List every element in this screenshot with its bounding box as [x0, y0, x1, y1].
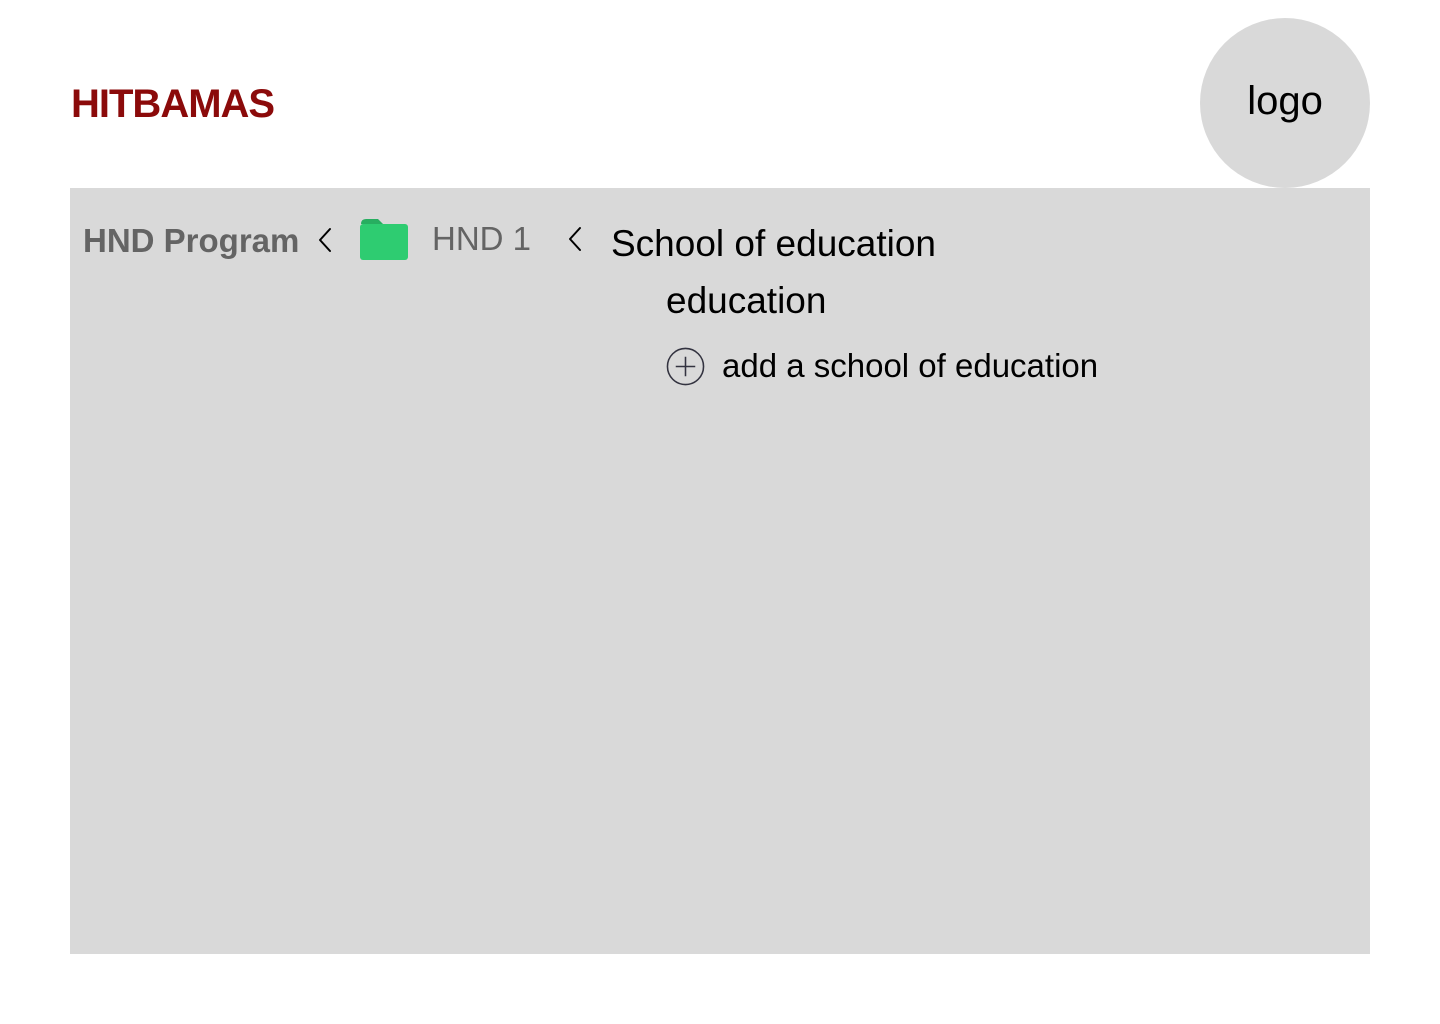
plus-circle-icon[interactable] [666, 347, 705, 386]
add-school-button[interactable]: add a school of education [666, 346, 1098, 386]
page: HITBAMAS logo HND Program HND 1 School o… [0, 0, 1440, 1024]
main-panel: HND Program HND 1 School of education ed… [70, 188, 1370, 954]
folder-tab [361, 219, 383, 224]
logo-text: logo [1247, 79, 1323, 123]
breadcrumb-current: School of education [611, 223, 937, 264]
folder-icon[interactable] [360, 218, 408, 260]
chevron-left-icon [569, 227, 581, 251]
breadcrumb-item-hnd-program[interactable]: HND Program [83, 221, 299, 261]
chevron-left-icon [319, 228, 331, 252]
add-school-label: add a school of education [722, 347, 1099, 384]
logo[interactable]: logo [1200, 18, 1370, 188]
breadcrumb-item-hnd-1[interactable]: HND 1 [432, 219, 531, 259]
list-item-education[interactable]: education [666, 280, 826, 322]
brand-title: HITBAMAS [71, 82, 275, 126]
folder-body [360, 224, 408, 260]
